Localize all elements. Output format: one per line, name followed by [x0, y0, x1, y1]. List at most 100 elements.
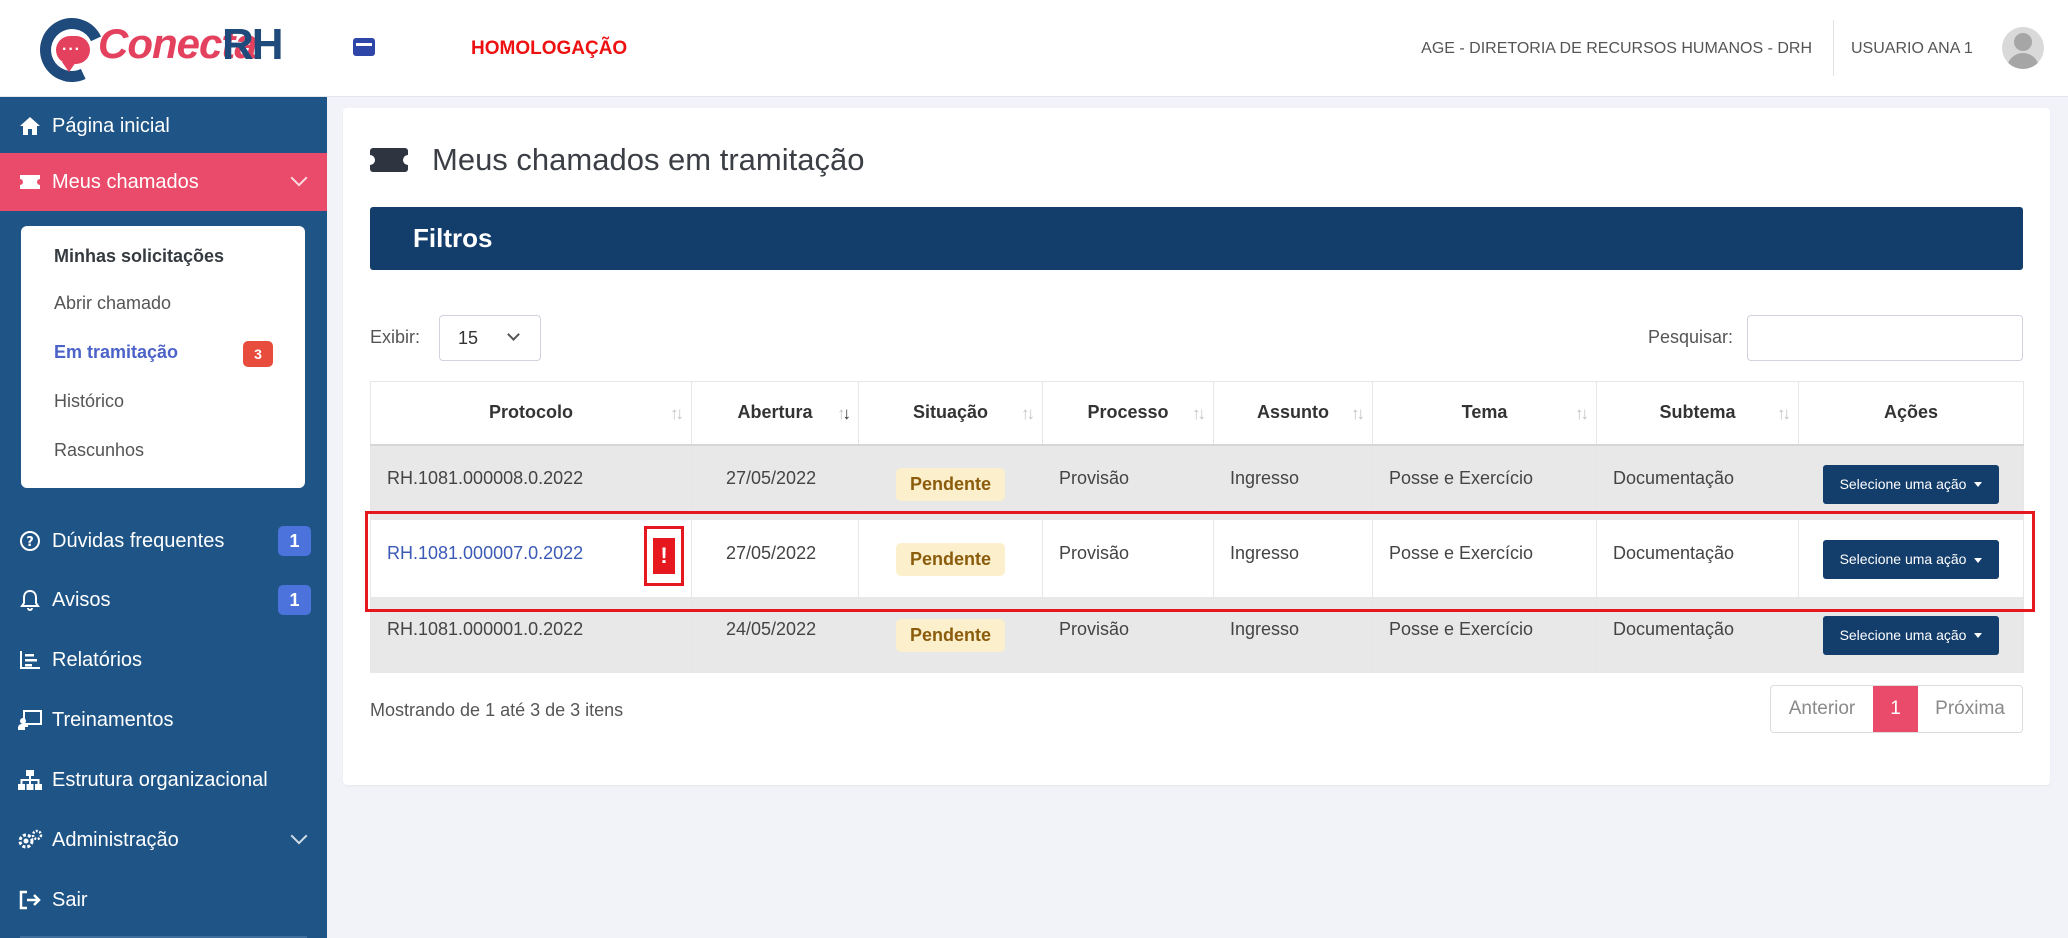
cell-assunto: Ingresso: [1213, 444, 1373, 521]
cell-acoes: Selecione uma ação: [1798, 520, 2024, 597]
submenu-historico[interactable]: Histórico: [54, 391, 124, 412]
status-badge: Pendente: [895, 467, 1006, 501]
sidebar-item-label: Avisos: [52, 588, 111, 611]
sidebar-item-meus-chamados[interactable]: Meus chamados: [0, 153, 327, 211]
search-label: Pesquisar:: [1648, 327, 1734, 347]
cell-abertura: 27/05/2022: [691, 444, 859, 521]
sort-icon: ↑↓: [1777, 404, 1791, 423]
cell-processo: Provisão: [1042, 596, 1214, 673]
sidebar-item-label: Página inicial: [52, 114, 170, 137]
conecta-rh-logo[interactable]: ··· Conecta RH: [30, 8, 290, 92]
show-entries-value: 15: [458, 328, 479, 348]
cell-protocolo: RH.1081.000008.0.2022: [370, 444, 692, 521]
column-header-subtema[interactable]: Subtema ↑↓: [1596, 381, 1799, 446]
cell-subtema: Documentação: [1596, 444, 1799, 521]
sidebar-item-label: Estrutura organizacional: [52, 768, 268, 791]
main-card: Meus chamados em tramitação Filtros Exib…: [343, 108, 2050, 785]
question-circle-icon: ?: [16, 530, 44, 552]
credit-card-icon[interactable]: [353, 38, 375, 56]
cell-acoes: Selecione uma ação: [1798, 596, 2024, 673]
cell-abertura: 24/05/2022: [691, 596, 859, 673]
cell-situacao: Pendente: [858, 444, 1043, 521]
ticket-icon: [365, 148, 413, 172]
sidebar-item-relatorios[interactable]: Relatórios: [0, 631, 327, 689]
page-title: Meus chamados em tramitação: [432, 142, 865, 177]
sort-icon: ↑↓: [1351, 404, 1365, 423]
cell-assunto: Ingresso: [1213, 520, 1373, 597]
chevron-down-icon: [507, 328, 520, 341]
pagination-previous[interactable]: Anterior: [1771, 686, 1873, 732]
chart-icon: [16, 649, 44, 671]
caret-down-icon: [1974, 557, 1983, 563]
sidebar-item-home[interactable]: Página inicial: [0, 97, 327, 155]
cell-situacao: Pendente: [858, 596, 1043, 673]
exclamation-icon: !: [653, 538, 675, 574]
select-action-button[interactable]: Selecione uma ação: [1822, 615, 2000, 655]
sort-desc-icon: ↑↓: [837, 404, 851, 423]
caret-down-icon: [1974, 633, 1983, 639]
search-input[interactable]: [1747, 315, 2023, 361]
avisos-count-badge: 1: [278, 585, 311, 615]
sort-icon: ↑↓: [1192, 404, 1206, 423]
user-avatar[interactable]: [2002, 27, 2044, 69]
sidebar-item-label: Administração: [52, 828, 179, 851]
column-header-protocolo[interactable]: Protocolo ↑↓: [370, 381, 692, 446]
caret-down-icon: [1974, 482, 1983, 488]
column-header-situacao[interactable]: Situação ↑↓: [858, 381, 1043, 446]
chevron-down-icon: [290, 169, 308, 187]
duvidas-count-badge: 1: [278, 526, 311, 556]
cell-tema: Posse e Exercício: [1372, 520, 1597, 597]
meus-chamados-submenu: Minhas solicitações Abrir chamado Em tra…: [21, 226, 305, 488]
user-name[interactable]: USUARIO ANA 1: [1851, 40, 1973, 58]
header-divider: [1833, 20, 1834, 76]
sidebar-item-label: Treinamentos: [52, 708, 174, 731]
sidebar-item-label: Dúvidas frequentes: [52, 529, 225, 552]
column-header-tema[interactable]: Tema ↑↓: [1372, 381, 1597, 446]
select-action-button[interactable]: Selecione uma ação: [1822, 464, 2000, 504]
top-bar: ··· Conecta RH HOMOLOGAÇÃO AGE - DIRETOR…: [0, 0, 2068, 97]
environment-label: HOMOLOGAÇÃO: [471, 38, 628, 59]
organization-label[interactable]: AGE - DIRETORIA DE RECURSOS HUMANOS - DR…: [1421, 40, 1812, 58]
submenu-abrir-chamado[interactable]: Abrir chamado: [54, 293, 171, 314]
cell-situacao: Pendente: [858, 520, 1043, 597]
sort-icon: ↑↓: [670, 404, 684, 423]
show-entries-label: Exibir:: [370, 327, 421, 347]
show-entries-select[interactable]: 15: [439, 315, 541, 361]
sidebar-item-label: Sair: [52, 888, 88, 911]
submenu-rascunhos[interactable]: Rascunhos: [54, 440, 144, 461]
table-row: RH.1081.000001.0.2022 24/05/2022 Pendent…: [370, 596, 2024, 673]
sign-out-icon: [16, 889, 44, 911]
sidebar-item-estrutura-organizacional[interactable]: Estrutura organizacional: [0, 751, 327, 809]
select-action-button[interactable]: Selecione uma ação: [1822, 540, 2000, 579]
cogs-icon: [16, 829, 44, 851]
pagination-next[interactable]: Próxima: [1918, 686, 2022, 732]
status-badge: Pendente: [895, 543, 1006, 576]
column-header-abertura[interactable]: Abertura ↑↓: [691, 381, 859, 446]
filters-toggle[interactable]: Filtros: [370, 207, 2023, 270]
submenu-minhas-solicitacoes[interactable]: Minhas solicitações: [54, 246, 224, 267]
sort-icon: ↑↓: [1575, 404, 1589, 423]
em-tramitacao-count-badge: 3: [243, 341, 273, 367]
sidebar-item-avisos[interactable]: Avisos 1: [0, 571, 327, 629]
table-header-row: Protocolo ↑↓ Abertura ↑↓ Situação ↑↓ Proces…: [370, 381, 2024, 446]
status-badge: Pendente: [895, 618, 1006, 652]
column-header-processo[interactable]: Processo ↑↓: [1042, 381, 1214, 446]
logo-text-rh: RH: [222, 20, 284, 69]
chamados-table: Protocolo ↑↓ Abertura ↑↓ Situação ↑↓ Proces…: [370, 381, 2024, 673]
pagination: Anterior 1 Próxima: [1770, 685, 2023, 733]
sidebar-item-administracao[interactable]: Administração: [0, 811, 327, 869]
sidebar-item-sair[interactable]: Sair: [0, 871, 327, 929]
alert-icon[interactable]: !: [644, 526, 684, 586]
cell-processo: Provisão: [1042, 520, 1214, 597]
protocolo-link[interactable]: RH.1081.000007.0.2022: [387, 543, 583, 563]
cell-protocolo: RH.1081.000001.0.2022: [370, 596, 692, 673]
column-header-assunto[interactable]: Assunto ↑↓: [1213, 381, 1373, 446]
pagination-page[interactable]: 1: [1873, 686, 1918, 732]
table-row: RH.1081.000008.0.2022 27/05/2022 Pendent…: [370, 444, 2024, 521]
sidebar-item-label: Relatórios: [52, 648, 143, 671]
sidebar-item-treinamentos[interactable]: Treinamentos: [0, 691, 327, 749]
submenu-em-tramitacao[interactable]: Em tramitação: [54, 342, 178, 363]
sidebar-item-duvidas-frequentes[interactable]: ? Dúvidas frequentes 1: [0, 512, 327, 570]
sidebar-item-label: Meus chamados: [52, 170, 199, 193]
sort-icon: ↑↓: [1021, 404, 1035, 423]
